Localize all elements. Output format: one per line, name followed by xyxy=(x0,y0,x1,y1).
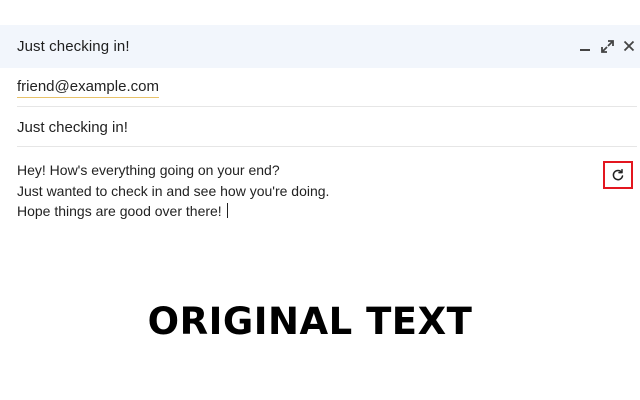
refresh-icon xyxy=(612,168,624,181)
body-line: Hey! How's everything going on your end? xyxy=(17,162,280,178)
compose-window: Just checking in! friend@example.com Jus… xyxy=(0,25,640,255)
expand-button[interactable] xyxy=(596,35,618,57)
refresh-button[interactable] xyxy=(603,161,633,189)
minimize-icon xyxy=(580,49,590,51)
close-icon xyxy=(623,40,635,52)
close-button[interactable] xyxy=(618,35,640,57)
divider xyxy=(17,146,637,147)
body-line-text: Hope things are good over there! xyxy=(17,203,222,219)
message-body[interactable]: Hey! How's everything going on your end?… xyxy=(17,160,577,222)
subject-field[interactable]: Just checking in! xyxy=(17,119,637,141)
to-field[interactable]: friend@example.com xyxy=(17,78,637,108)
page: Just checking in! friend@example.com Jus… xyxy=(0,0,640,400)
window-controls xyxy=(574,35,640,57)
original-text-label: ORIGINAL TEXT xyxy=(147,300,473,343)
compose-titlebar[interactable]: Just checking in! xyxy=(0,25,640,68)
text-cursor xyxy=(226,203,228,218)
recipient-chip[interactable]: friend@example.com xyxy=(17,78,159,98)
divider xyxy=(17,106,637,107)
compose-title: Just checking in! xyxy=(17,38,130,55)
minimize-button[interactable] xyxy=(574,35,596,57)
body-line: Just wanted to check in and see how you'… xyxy=(17,182,330,199)
expand-icon xyxy=(600,39,614,53)
body-line-last: Hope things are good over there! xyxy=(17,201,577,222)
